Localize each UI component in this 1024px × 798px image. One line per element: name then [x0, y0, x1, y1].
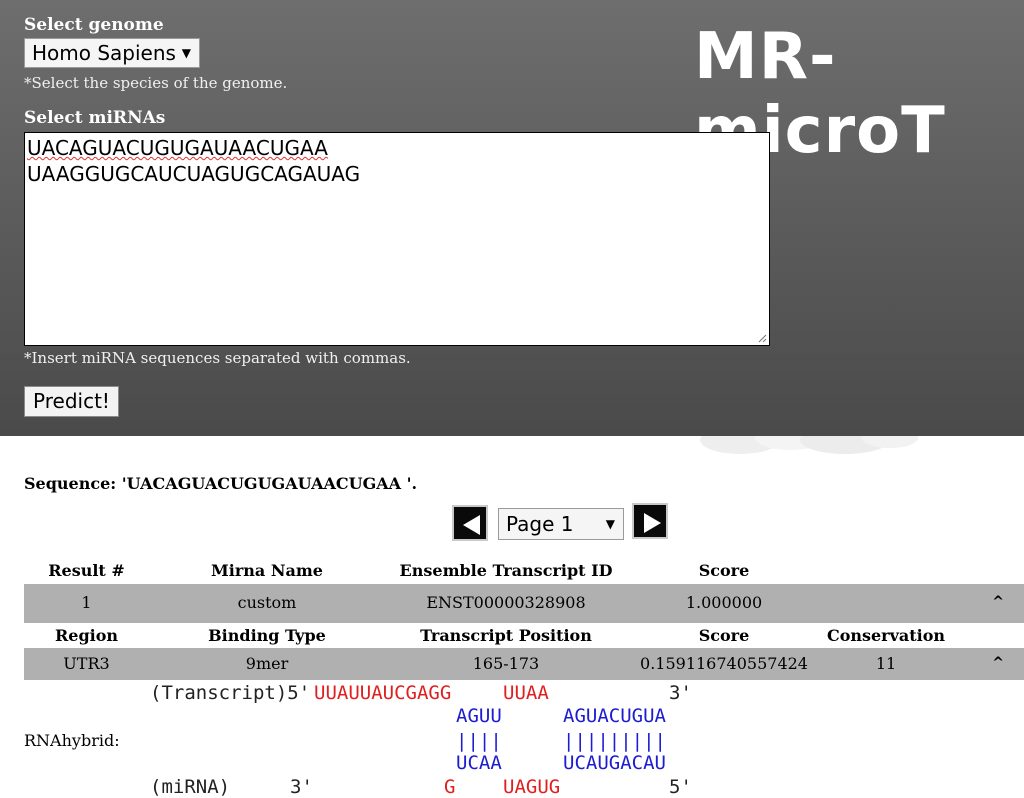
decorative-flower-graphic: [700, 436, 918, 454]
collapse-caret-icon[interactable]: ^: [992, 594, 1004, 610]
mirna-textarea[interactable]: UACAGUACUGUGAUAACUGAA UAAGGUGCAUCUAGUGCA…: [24, 132, 770, 346]
bonds-2: |||||||||: [563, 730, 666, 752]
result-score: 1.000000: [685, 593, 763, 612]
result-mirna-name: custom: [237, 593, 297, 612]
result-transcript-id: ENST00000328908: [426, 593, 586, 612]
mirna-3prime: 3': [290, 776, 313, 798]
transcript-3prime: 3': [669, 682, 692, 704]
header-conservation: Conservation: [826, 626, 946, 645]
header-binding-type: Binding Type: [208, 626, 326, 645]
page-select-value: Page 1: [506, 512, 574, 536]
mirna-unpaired-2: UAGUG: [503, 776, 561, 798]
detail-score: 0.159116740557424: [640, 654, 808, 673]
results-header-row: Result # Mirna Name Ensemble Transcript …: [24, 561, 1024, 583]
page-select[interactable]: Page 1 ▼: [498, 508, 624, 540]
upper-paired-2: AGUACUGUA: [563, 705, 666, 727]
detail-row[interactable]: UTR3 9mer 165-173 0.159116740557424 11 ^: [24, 648, 1024, 680]
chevron-down-icon: ▼: [605, 517, 615, 531]
upper-paired-1: AGUU: [456, 705, 502, 727]
header-detail-score: Score: [698, 626, 750, 645]
rnahybrid-label: RNAhybrid:: [24, 731, 120, 750]
transcript-prefix: (Transcript)5': [150, 682, 311, 704]
transcript-unpaired-1: UUAUUAUCGAGG: [314, 682, 452, 704]
header-mirna-name: Mirna Name: [211, 561, 323, 580]
genome-select-value: Homo Sapiens: [32, 41, 176, 65]
genome-label: Select genome: [24, 15, 164, 35]
prev-page-button[interactable]: [452, 505, 488, 541]
detail-header-row: Region Binding Type Transcript Position …: [24, 626, 1024, 648]
result-row[interactable]: 1 custom ENST00000328908 1.000000 ^: [24, 584, 1024, 623]
detail-conservation: 11: [875, 654, 897, 673]
input-panel: Select genome Homo Sapiens ▼ *Select the…: [0, 0, 1024, 436]
mirna-5prime: 5': [669, 776, 692, 798]
sequence-title: Sequence: 'UACAGUACUGUGAUAACUGAA '.: [24, 474, 418, 493]
mirna-hint: *Insert miRNA sequences separated with c…: [24, 349, 411, 367]
genome-select[interactable]: Homo Sapiens ▼: [24, 38, 200, 68]
header-result-number: Result #: [48, 561, 125, 580]
resize-handle-icon[interactable]: [757, 333, 767, 343]
genome-hint: *Select the species of the genome.: [24, 74, 288, 92]
mirna-unpaired-1: G: [444, 776, 456, 798]
chevron-down-icon: ▼: [181, 46, 191, 60]
arrow-left-icon: [463, 515, 480, 535]
header-region: Region: [54, 626, 119, 645]
predict-button[interactable]: Predict!: [24, 386, 119, 417]
next-page-button[interactable]: [632, 503, 668, 539]
collapse-caret-icon[interactable]: ^: [992, 655, 1004, 671]
lower-paired-1: UCAA: [456, 752, 502, 774]
result-number: 1: [81, 593, 92, 612]
arrow-right-icon: [644, 513, 661, 533]
mirna-prefix: (miRNA): [150, 776, 231, 798]
bonds-1: ||||: [456, 730, 502, 752]
detail-region: UTR3: [63, 654, 110, 673]
mirna-line-2: UAAGGUGCAUCUAGUGCAGAUAG: [27, 162, 361, 186]
lower-paired-2: UCAUGACAU: [563, 752, 666, 774]
detail-binding-type: 9mer: [245, 654, 289, 673]
transcript-unpaired-2: UUAA: [503, 682, 549, 704]
header-transcript-position: Transcript Position: [420, 626, 592, 645]
mirna-line-1: UACAGUACUGUGAUAACUGAA: [27, 136, 328, 160]
header-transcript-id: Ensemble Transcript ID: [399, 561, 613, 580]
detail-transcript-position: 165-173: [472, 654, 540, 673]
header-score: Score: [698, 561, 750, 580]
mirna-label: Select miRNAs: [24, 108, 166, 128]
